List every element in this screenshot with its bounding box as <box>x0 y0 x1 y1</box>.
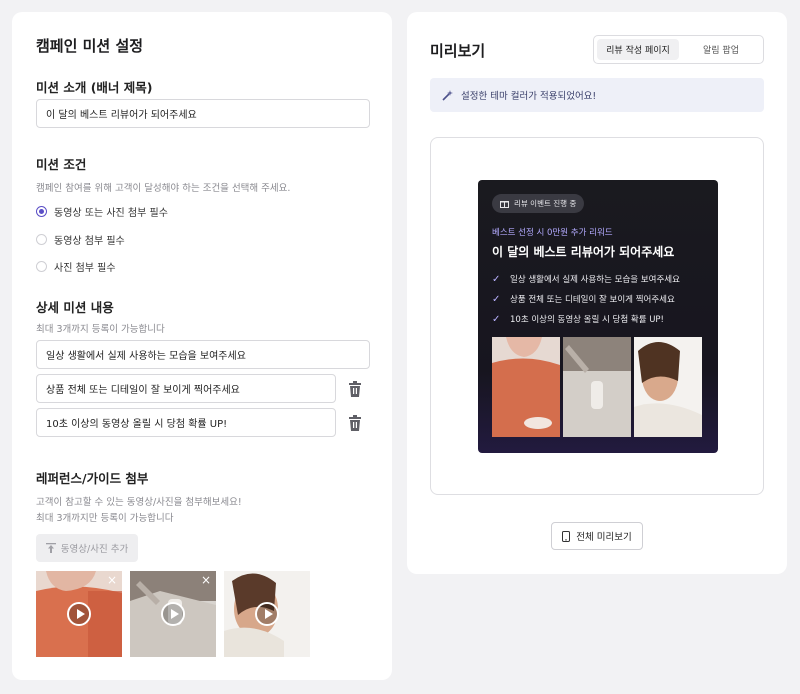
condition-option-1[interactable]: 동영상 또는 사진 첨부 필수 <box>36 204 168 219</box>
details-hint: 최대 3개까지 등록이 가능합니다 <box>36 324 165 335</box>
add-media-label: 동영상/사진 추가 <box>60 544 129 555</box>
reference-hint-1: 고객이 참고할 수 있는 동영상/사진을 첨부해보세요! <box>36 497 242 508</box>
conditions-label: 미션 조건 <box>36 157 87 172</box>
preview-tab-group: 리뷰 작성 페이지 알림 팝업 <box>593 35 764 64</box>
reference-hint-2: 최대 3개까지만 등록이 가능합니다 <box>36 513 174 524</box>
detail-input-2[interactable]: 상품 전체 또는 디테일이 잘 보이게 찍어주세요 <box>36 374 336 403</box>
preview-check-item: ✓ 10초 이상의 동영상 올릴 시 당첨 확률 UP! <box>492 313 664 326</box>
radio[interactable] <box>36 234 47 245</box>
mission-banner-preview: 리뷰 이벤트 진행 중 베스트 선정 시 0만원 추가 리워드 이 달의 베스트… <box>478 180 718 453</box>
theme-notice: 설정한 테마 컬러가 적용되었어요! <box>430 78 764 112</box>
upload-icon <box>45 543 56 553</box>
condition-option-2[interactable]: 동영상 첨부 필수 <box>36 232 125 247</box>
event-badge: 리뷰 이벤트 진행 중 <box>492 194 585 213</box>
theme-notice-text: 설정한 테마 컬러가 적용되었어요! <box>461 91 597 102</box>
full-preview-label: 전체 미리보기 <box>576 532 632 543</box>
trash-icon[interactable] <box>348 415 362 431</box>
preview-check-item: ✓ 상품 전체 또는 디테일이 잘 보이게 찍어주세요 <box>492 293 675 306</box>
play-icon[interactable] <box>255 602 279 626</box>
conditions-hint: 캠페인 참여를 위해 고객이 달성해야 하는 조건을 선택해 주세요. <box>36 183 291 194</box>
banner-title-input[interactable]: 이 달의 베스트 리뷰어가 되어주세요 <box>36 99 370 128</box>
preview-photo <box>563 337 631 437</box>
event-badge-label: 리뷰 이벤트 진행 중 <box>514 199 577 208</box>
preview-headline: 이 달의 베스트 리뷰어가 되어주세요 <box>492 245 675 259</box>
reference-thumb-1[interactable]: × <box>36 571 122 657</box>
mission-settings-panel: 캠페인 미션 설정 미션 소개 (배너 제목) 이 달의 베스트 리뷰어가 되어… <box>12 12 392 680</box>
play-icon[interactable] <box>67 602 91 626</box>
preview-image-1 <box>492 337 560 437</box>
panel-title: 캠페인 미션 설정 <box>36 37 144 55</box>
reference-thumb-2[interactable]: × <box>130 571 216 657</box>
add-media-button[interactable]: 동영상/사진 추가 <box>36 534 138 562</box>
preview-title: 미리보기 <box>430 42 486 60</box>
radio[interactable] <box>36 261 47 272</box>
intro-label: 미션 소개 (배너 제목) <box>36 80 153 95</box>
tab-review-page[interactable]: 리뷰 작성 페이지 <box>597 39 679 60</box>
gift-icon <box>500 201 509 208</box>
check-icon: ✓ <box>492 313 501 325</box>
preview-subtitle: 베스트 선정 시 0만원 추가 리워드 <box>492 228 613 238</box>
reference-thumb-3[interactable] <box>224 571 310 657</box>
check-icon: ✓ <box>492 273 501 285</box>
trash-icon[interactable] <box>348 381 362 397</box>
condition-option-3[interactable]: 사진 첨부 필수 <box>36 259 116 274</box>
detail-input-3[interactable]: 10초 이상의 동영상 올릴 시 당첨 확률 UP! <box>36 408 336 437</box>
check-text: 10초 이상의 동영상 올릴 시 당첨 확률 UP! <box>510 315 664 325</box>
condition-option-label: 사진 첨부 필수 <box>54 263 116 274</box>
close-icon[interactable]: × <box>107 574 117 586</box>
preview-frame: 리뷰 이벤트 진행 중 베스트 선정 시 0만원 추가 리워드 이 달의 베스트… <box>430 137 764 495</box>
preview-image-3 <box>634 337 702 437</box>
radio-selected[interactable] <box>36 206 47 217</box>
check-text: 일상 생활에서 실제 사용하는 모습을 보여주세요 <box>510 275 680 285</box>
condition-option-label: 동영상 첨부 필수 <box>54 236 125 247</box>
preview-photo <box>634 337 702 437</box>
details-label: 상세 미션 내용 <box>36 300 114 315</box>
preview-check-item: ✓ 일상 생활에서 실제 사용하는 모습을 보여주세요 <box>492 273 680 286</box>
check-icon: ✓ <box>492 293 501 305</box>
preview-panel: 미리보기 리뷰 작성 페이지 알림 팝업 설정한 테마 컬러가 적용되었어요! … <box>407 12 787 574</box>
play-icon[interactable] <box>161 602 185 626</box>
full-preview-button[interactable]: 전체 미리보기 <box>551 522 643 550</box>
detail-input-1[interactable]: 일상 생활에서 실제 사용하는 모습을 보여주세요 <box>36 340 370 369</box>
preview-photo <box>492 337 560 437</box>
tab-alert-popup[interactable]: 알림 팝업 <box>680 39 762 60</box>
close-icon[interactable]: × <box>201 574 211 586</box>
phone-icon <box>562 530 571 542</box>
preview-image-2 <box>563 337 631 437</box>
check-text: 상품 전체 또는 디테일이 잘 보이게 찍어주세요 <box>510 295 675 305</box>
condition-option-label: 동영상 또는 사진 첨부 필수 <box>54 208 168 219</box>
magic-wand-icon <box>442 89 453 101</box>
reference-label: 레퍼런스/가이드 첨부 <box>36 471 149 486</box>
